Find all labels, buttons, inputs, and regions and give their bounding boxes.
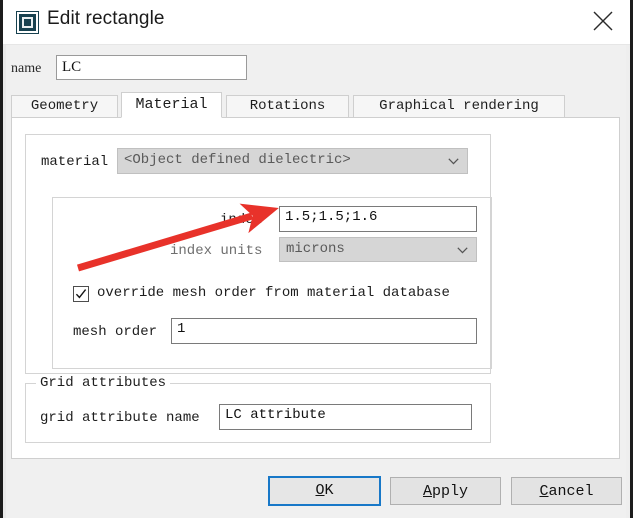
- grid-attributes-group: Grid attributes grid attribute name LC a…: [25, 375, 491, 443]
- tab-bar: Geometry Material Rotations Graphical re…: [11, 92, 620, 118]
- close-button[interactable]: [580, 0, 626, 40]
- grid-attributes-title: Grid attributes: [36, 375, 171, 391]
- name-input[interactable]: LC: [56, 55, 247, 80]
- title-bar: Edit rectangle: [3, 0, 630, 45]
- page-title: Edit rectangle: [47, 8, 165, 29]
- apply-button[interactable]: Apply: [390, 477, 501, 505]
- index-group: index 1.5;1.5;1.6 index units microns ov…: [52, 197, 492, 369]
- check-icon: [75, 289, 87, 299]
- mesh-order-label: mesh order: [73, 324, 158, 340]
- tab-geometry[interactable]: Geometry: [11, 95, 118, 117]
- ok-rest: K: [324, 482, 334, 499]
- name-label: name: [11, 61, 42, 76]
- close-icon: [593, 11, 613, 31]
- index-units-dropdown-value: microns: [286, 241, 345, 257]
- cancel-accel: C: [539, 483, 549, 500]
- edit-rectangle-dialog: Edit rectangle name LC Geometry Material…: [0, 0, 633, 518]
- index-units-dropdown[interactable]: microns: [279, 237, 477, 262]
- grid-attribute-name-label: grid attribute name: [40, 410, 200, 426]
- override-mesh-order-checkbox[interactable]: [73, 286, 89, 302]
- tab-rotations[interactable]: Rotations: [226, 95, 349, 117]
- material-tab-panel: material <Object defined dielectric> ind…: [11, 117, 620, 459]
- index-units-label: index units: [170, 243, 263, 259]
- apply-accel: A: [422, 483, 432, 500]
- mesh-order-input-value: 1: [177, 321, 186, 337]
- material-dropdown[interactable]: <Object defined dielectric>: [117, 148, 468, 174]
- tab-material[interactable]: Material: [121, 92, 222, 118]
- mesh-order-input[interactable]: 1: [171, 318, 477, 344]
- rectangle-object-icon: [17, 12, 38, 33]
- index-label: index: [220, 212, 263, 228]
- ok-button[interactable]: OK: [268, 476, 381, 506]
- window-right-inner-edge: [626, 0, 630, 518]
- override-mesh-order-label: override mesh order from material databa…: [97, 285, 450, 301]
- material-label: material: [41, 154, 109, 170]
- window-left-inner-edge: [3, 0, 6, 518]
- cancel-button[interactable]: Cancel: [511, 477, 622, 505]
- material-dropdown-value: <Object defined dielectric>: [124, 152, 351, 168]
- ok-accel: O: [315, 482, 325, 499]
- cancel-rest: ancel: [548, 483, 594, 500]
- tab-graphical-rendering[interactable]: Graphical rendering: [353, 95, 565, 117]
- grid-attribute-name-value: LC attribute: [225, 407, 326, 423]
- grid-attribute-name-input[interactable]: LC attribute: [219, 404, 472, 430]
- material-group: material <Object defined dielectric> ind…: [25, 134, 492, 374]
- chevron-down-icon: [448, 158, 459, 165]
- index-input[interactable]: 1.5;1.5;1.6: [279, 206, 477, 232]
- index-input-value: 1.5;1.5;1.6: [285, 209, 378, 225]
- name-input-value: LC: [62, 59, 82, 75]
- chevron-down-icon: [457, 246, 468, 253]
- apply-rest: pply: [432, 483, 469, 500]
